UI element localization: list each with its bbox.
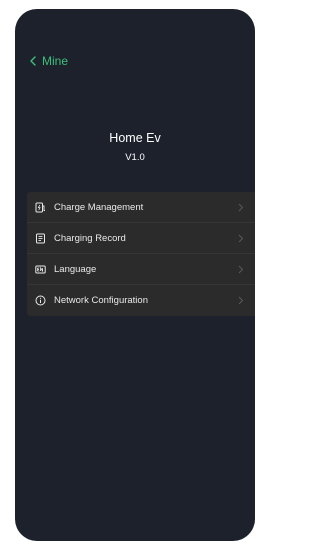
menu-item-charging-record[interactable]: Charging Record xyxy=(27,223,255,254)
charging-record-icon xyxy=(36,233,45,243)
back-label: Mine xyxy=(42,54,69,68)
info-circle-icon xyxy=(35,295,46,306)
menu-item-label: Charge Management xyxy=(54,201,144,213)
menu-item-network-configuration[interactable]: Network Configuration xyxy=(27,285,255,316)
chevron-right-icon xyxy=(238,203,244,212)
charge-management-icon xyxy=(35,202,45,212)
app-name: Home Ev xyxy=(109,131,161,145)
menu-item-label: Language xyxy=(54,263,97,275)
back-button[interactable]: Mine xyxy=(27,54,68,68)
chevron-right-icon xyxy=(238,234,244,243)
app-version: V1.0 xyxy=(125,152,145,163)
language-icon xyxy=(35,265,46,273)
app-screen: Mine Home Ev V1.0 Charge Management Char… xyxy=(15,9,255,541)
menu-item-language[interactable]: Language xyxy=(27,254,255,285)
menu-item-label: Network Configuration xyxy=(54,295,148,306)
settings-menu: Charge Management Charging Record Langua… xyxy=(27,192,255,316)
chevron-left-icon xyxy=(30,56,36,66)
menu-item-label: Charging Record xyxy=(54,232,126,244)
chevron-right-icon xyxy=(238,296,244,305)
chevron-right-icon xyxy=(238,265,244,274)
menu-item-charge-management[interactable]: Charge Management xyxy=(27,192,255,223)
